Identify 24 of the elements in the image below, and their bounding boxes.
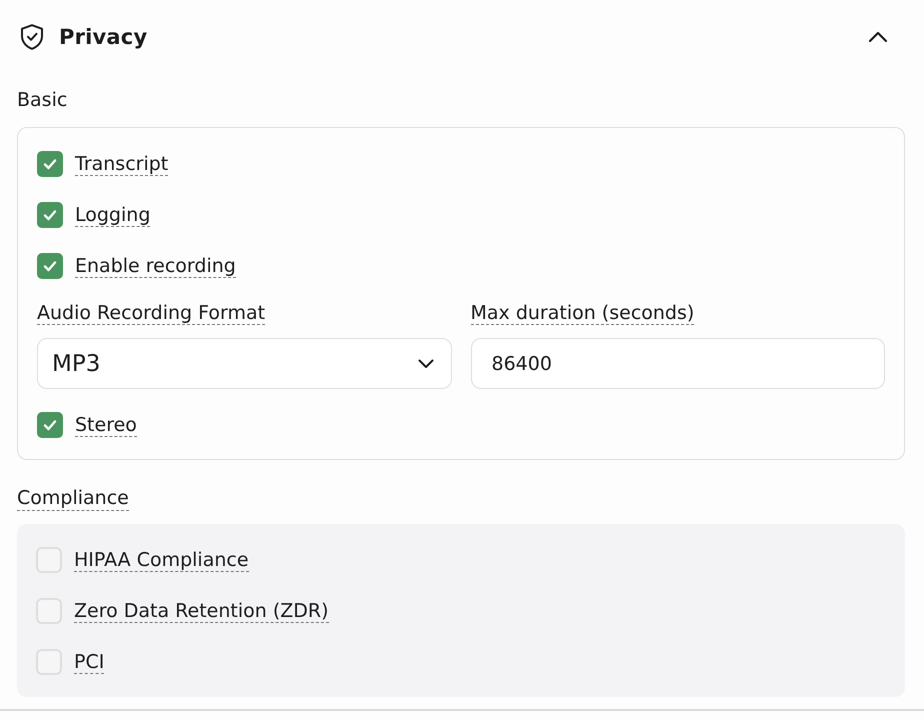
checkbox-label: PCI	[74, 650, 104, 674]
section-title: Privacy	[59, 25, 148, 49]
chevron-down-icon	[418, 358, 434, 368]
checkbox[interactable]	[37, 202, 63, 228]
checkbox-label: Logging	[75, 204, 150, 226]
checkbox-label: Zero Data Retention (ZDR)	[74, 600, 328, 622]
checkbox-label: Transcript	[75, 152, 168, 176]
chevron-up-icon[interactable]	[868, 31, 888, 43]
field-label: Audio Recording Format	[37, 302, 266, 325]
checkbox[interactable]	[37, 412, 63, 438]
checkbox-label: HIPAA Compliance	[74, 548, 249, 572]
checkbox[interactable]	[36, 598, 62, 624]
checkbox[interactable]	[36, 547, 62, 573]
format-dropdown[interactable]: MP3	[37, 338, 452, 389]
checkbox[interactable]	[37, 253, 63, 279]
duration-input[interactable]: 86400	[470, 338, 885, 389]
checkbox[interactable]	[37, 151, 63, 177]
field-label: Max duration (seconds)	[470, 302, 694, 325]
section-heading: Compliance	[17, 487, 129, 511]
section-heading: Basic	[17, 88, 68, 112]
shield-check-icon	[20, 24, 44, 50]
checkbox-label: Stereo	[75, 414, 137, 436]
checkbox[interactable]	[36, 649, 62, 675]
checkbox-label: Enable recording	[75, 254, 236, 278]
